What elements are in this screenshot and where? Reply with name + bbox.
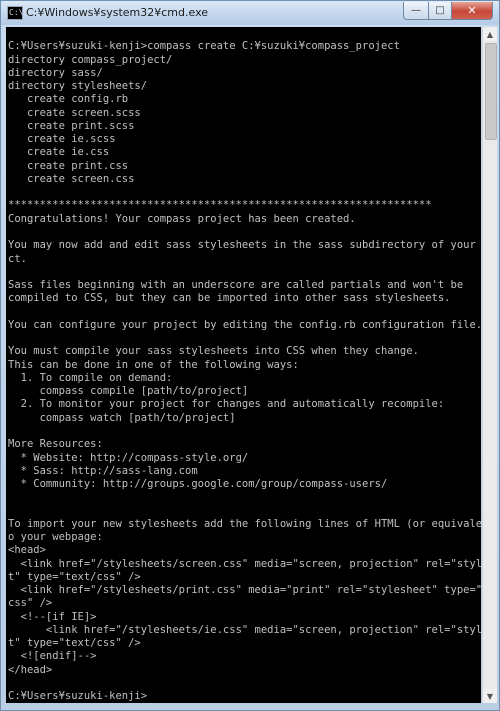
console-line: ct. xyxy=(8,252,27,265)
scroll-thumb[interactable] xyxy=(485,43,497,140)
console-line: <head> xyxy=(8,544,46,557)
window-controls: — □ ✕ xyxy=(403,2,493,20)
console-line: </head> xyxy=(8,663,53,676)
console-line: <![endif]--> xyxy=(8,650,97,663)
console-line: This can be done in one of the following… xyxy=(8,358,299,371)
console-line: <link href="/stylesheets/ie.css" media="… xyxy=(8,623,481,636)
minimize-button[interactable]: — xyxy=(403,2,429,20)
console-line: ****************************************… xyxy=(8,199,432,212)
title-bar[interactable]: C:\ C:¥Windows¥system32¥cmd.exe — □ ✕ xyxy=(1,1,499,25)
vertical-scrollbar[interactable]: ▲ ▼ xyxy=(482,27,497,703)
console-line: create screen.scss xyxy=(8,106,141,119)
console-line: css" /> xyxy=(8,597,53,610)
console-line: * Website: http://compass-style.org/ xyxy=(8,451,249,464)
console-line: create config.rb xyxy=(8,93,129,106)
console-line: t" type="text/css" /> xyxy=(8,637,141,650)
console-line: C:¥Users¥suzuki-kenji> xyxy=(8,690,148,703)
console-line: * Sass: http://sass-lang.com xyxy=(8,464,198,477)
console-line: 2. To monitor your project for changes a… xyxy=(8,398,445,411)
console-line: <link href="/stylesheets/screen.css" med… xyxy=(8,557,481,570)
console-line: Congratulations! Your compass project ha… xyxy=(8,212,356,225)
cmd-app-icon[interactable]: C:\ xyxy=(7,6,23,20)
console-line: create screen.css xyxy=(8,172,135,185)
console-line: directory sass/ xyxy=(8,66,103,79)
console-line: To import your new stylesheets add the f… xyxy=(8,517,481,530)
console-line: Sass files beginning with an underscore … xyxy=(8,279,464,292)
console-line: create ie.scss xyxy=(8,133,116,146)
console-line: o your webpage: xyxy=(8,531,103,544)
console-line: 1. To compile on demand: xyxy=(8,371,173,384)
console-window: C:\ C:¥Windows¥system32¥cmd.exe — □ ✕ C:… xyxy=(0,0,500,711)
console-line: C:¥Users¥suzuki-kenji>compass create C:¥… xyxy=(8,40,400,53)
console-line: You can configure your project by editin… xyxy=(8,318,481,331)
console-line: * Community: http://groups.google.com/gr… xyxy=(8,478,388,491)
console-line: <link href="/stylesheets/print.css" medi… xyxy=(8,584,481,597)
console-line: More Resources: xyxy=(8,438,103,451)
console-line: create print.css xyxy=(8,159,129,172)
console-output[interactable]: C:¥Users¥suzuki-kenji>compass create C:¥… xyxy=(6,27,481,703)
console-line: create print.scss xyxy=(8,119,135,132)
console-line: <!--[if IE]> xyxy=(8,610,97,623)
console-line: t" type="text/css" /> xyxy=(8,570,141,583)
maximize-button[interactable]: □ xyxy=(429,2,452,20)
window-title: C:¥Windows¥system32¥cmd.exe xyxy=(26,6,209,19)
close-button[interactable]: ✕ xyxy=(452,2,493,20)
scroll-up-arrow-icon[interactable]: ▲ xyxy=(483,27,497,41)
console-line: directory compass_project/ xyxy=(8,53,173,66)
console-line: compiled to CSS, but they can be importe… xyxy=(8,292,451,305)
console-line: compass compile [path/to/project] xyxy=(8,385,249,398)
console-line: directory stylesheets/ xyxy=(8,80,148,93)
scroll-down-arrow-icon[interactable]: ▼ xyxy=(483,689,497,703)
console-line: compass watch [path/to/project] xyxy=(8,411,236,424)
console-line: You may now add and edit sass stylesheet… xyxy=(8,239,481,252)
console-line: You must compile your sass stylesheets i… xyxy=(8,345,419,358)
window-bottom-frame xyxy=(1,704,499,710)
console-line: create ie.css xyxy=(8,146,110,159)
